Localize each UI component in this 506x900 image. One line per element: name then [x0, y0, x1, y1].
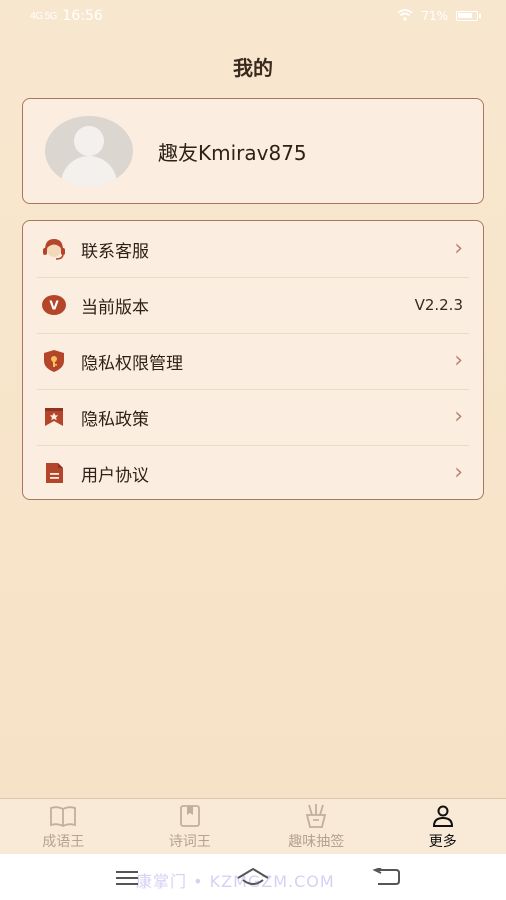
profile-card[interactable]: 趣友Kmirav875 — [22, 98, 484, 204]
battery-icon — [456, 11, 481, 21]
menu-item-privacy-permissions[interactable]: 隐私权限管理 › — [23, 333, 483, 389]
user-icon — [431, 803, 455, 829]
tab-more[interactable]: 更多 — [380, 799, 506, 855]
battery-percent: 71% — [421, 9, 448, 23]
wifi-icon — [397, 8, 413, 24]
tab-idiom-king[interactable]: 成语王 — [0, 799, 127, 855]
back-icon[interactable] — [372, 867, 400, 890]
book-icon — [49, 803, 77, 829]
customer-service-icon — [41, 237, 67, 261]
version-icon: V — [41, 293, 67, 317]
avatar[interactable] — [45, 116, 133, 186]
settings-menu: 联系客服 › V 当前版本 V2.2.3 隐私权限管理 › 隐私政策 › 用户协… — [22, 220, 484, 500]
tab-label: 成语王 — [42, 834, 85, 850]
fortune-sticks-icon — [302, 803, 330, 829]
tab-label: 诗词王 — [168, 834, 211, 850]
version-badge-letter: V — [49, 299, 59, 313]
menu-item-privacy-policy[interactable]: 隐私政策 › — [23, 389, 483, 445]
tab-poetry-king[interactable]: 诗词王 — [127, 799, 254, 855]
tab-label: 更多 — [428, 834, 457, 850]
tab-label: 趣味抽签 — [288, 834, 345, 850]
menu-label: 当前版本 — [81, 297, 149, 318]
version-value: V2.2.3 — [414, 296, 463, 314]
status-bar: 4G 5G 16:56 71% — [0, 0, 506, 32]
status-time: 16:56 — [62, 8, 103, 24]
bookmark-book-icon — [178, 803, 202, 829]
home-icon[interactable] — [236, 866, 270, 890]
system-nav-bar: 康掌门 • KZMGZM.COM — [0, 854, 506, 900]
chevron-right-icon: › — [454, 460, 463, 485]
menu-label: 隐私政策 — [81, 409, 149, 430]
username: 趣友Kmirav875 — [158, 140, 307, 165]
bookmark-star-icon — [41, 405, 67, 429]
shield-key-icon — [41, 349, 67, 373]
menu-label: 联系客服 — [81, 241, 149, 262]
page-title: 我的 — [233, 56, 273, 80]
menu-item-user-agreement[interactable]: 用户协议 › — [23, 445, 483, 501]
document-icon — [41, 461, 67, 485]
menu-item-version[interactable]: V 当前版本 V2.2.3 — [23, 277, 483, 333]
chevron-right-icon: › — [454, 236, 463, 261]
signal-icon: 4G 5G — [30, 10, 57, 22]
chevron-right-icon: › — [454, 404, 463, 429]
recent-apps-icon[interactable] — [115, 870, 139, 890]
bottom-tab-bar: 成语王 诗词王 趣味抽签 更多 — [0, 798, 506, 855]
menu-label: 隐私权限管理 — [81, 353, 183, 374]
menu-label: 用户协议 — [81, 465, 149, 486]
tab-fortune-draw[interactable]: 趣味抽签 — [253, 799, 380, 855]
menu-item-customer-service[interactable]: 联系客服 › — [23, 221, 483, 277]
chevron-right-icon: › — [454, 348, 463, 373]
